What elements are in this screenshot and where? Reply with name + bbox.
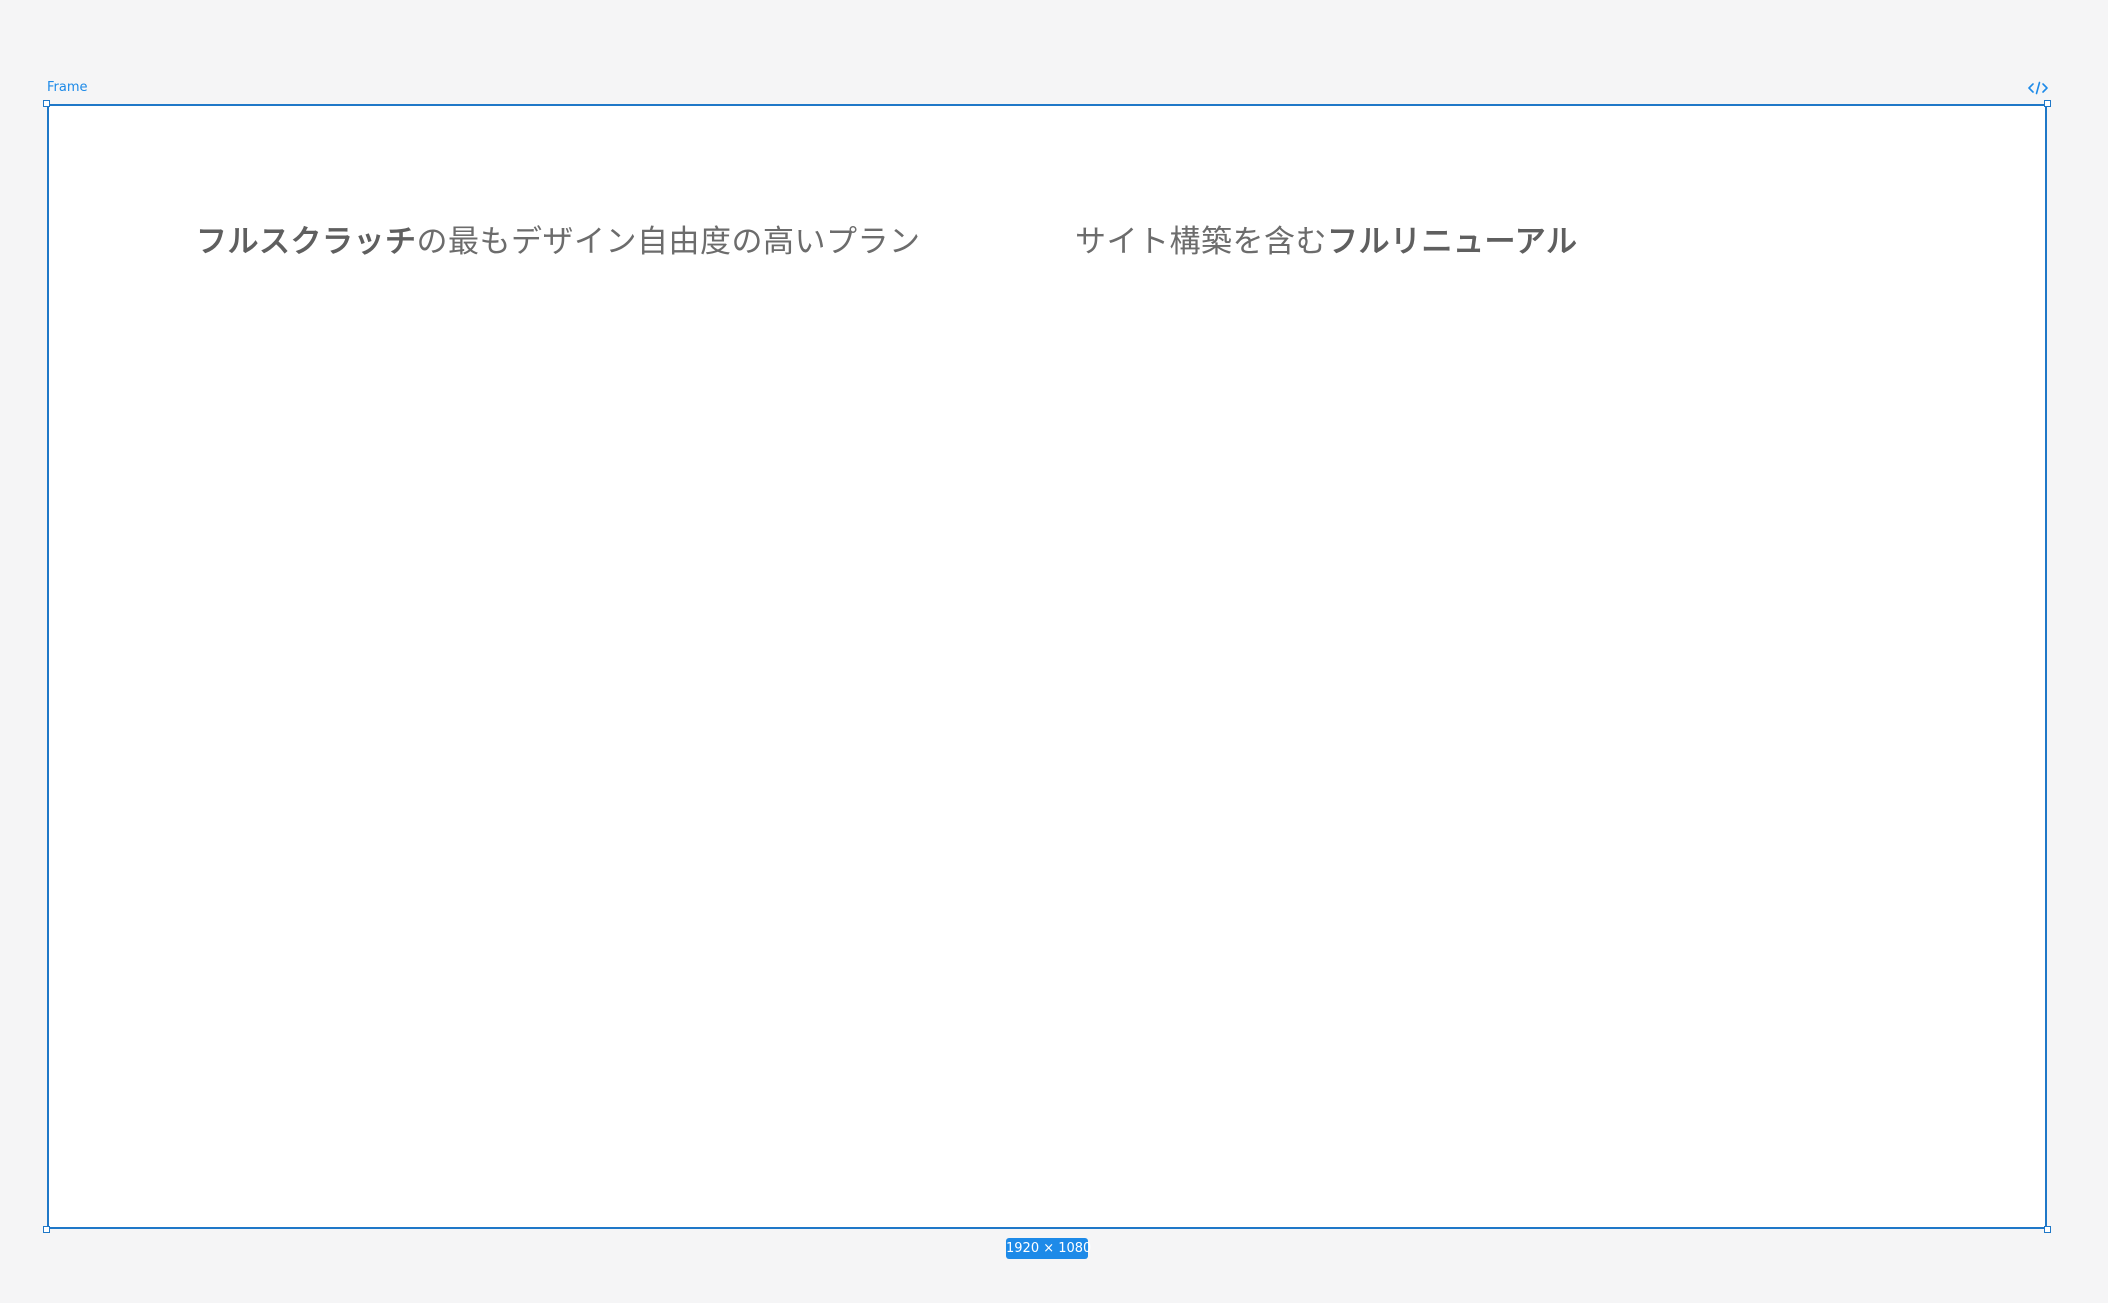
frame-canvas[interactable] — [47, 104, 2047, 1229]
frame-size-badge: 1920 × 1080 — [1006, 1238, 1091, 1259]
heading-left-regular: の最もデザイン自由度の高いプラン — [416, 224, 921, 260]
frame-label[interactable]: Frame — [47, 80, 88, 96]
heading-right-regular: サイト構築を含む — [1075, 224, 1327, 260]
code-icon[interactable] — [2027, 79, 2049, 97]
heading-right-bold: フルリニューアル — [1327, 224, 1578, 260]
resize-handle-top-right[interactable] — [2044, 100, 2051, 107]
heading-left-bold: フルスクラッチ — [196, 224, 417, 260]
code-icon-graphic — [2028, 81, 2048, 95]
resize-handle-bottom-right[interactable] — [2044, 1226, 2051, 1233]
heading-full-renewal: サイト構築を含むフルリニューアル — [1075, 220, 1577, 264]
heading-full-scratch: フルスクラッチの最もデザイン自由度の高いプラン — [196, 220, 921, 264]
resize-handle-top-left[interactable] — [43, 100, 50, 107]
resize-handle-bottom-left[interactable] — [43, 1226, 50, 1233]
